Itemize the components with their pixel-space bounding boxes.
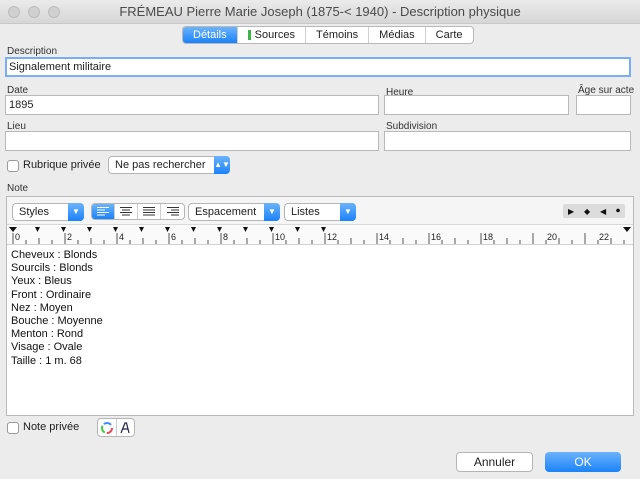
note-privee-checkbox[interactable] [7, 422, 19, 434]
note-line: Front : Ordinaire [11, 288, 92, 301]
ruler-label: 22 [599, 232, 610, 242]
next-icon[interactable]: ▶ [568, 207, 574, 216]
ruler-label: 4 [119, 232, 125, 242]
ruler-label: 0 [15, 232, 21, 242]
tab-medias[interactable]: Médias [369, 27, 426, 43]
listes-select[interactable]: Listes ▼ [284, 203, 356, 221]
align-justify-icon [143, 207, 155, 216]
align-left-button[interactable] [92, 204, 115, 219]
subdivision-field[interactable] [384, 131, 631, 151]
color-wheel-icon [100, 421, 113, 434]
font-icon [120, 421, 130, 433]
note-line: Bouche : Moyenne [11, 315, 103, 328]
note-line: Visage : Ovale [11, 341, 83, 354]
alignment-group [91, 203, 185, 220]
editor-toolbar: Styles ▼ Espacement ▼ Listes ▼ ▶ ◆ ◀ ⏺ [7, 197, 633, 225]
title-bar: FRÉMEAU Pierre Marie Joseph (1875-< 1940… [0, 0, 640, 24]
rubrique-privee-checkbox[interactable] [7, 160, 19, 172]
listes-select-label: Listes [291, 206, 320, 218]
search-option-value: Ne pas rechercher [115, 159, 206, 171]
tab-temoins[interactable]: Témoins [306, 27, 370, 43]
note-line: Menton : Rond [11, 328, 84, 341]
heure-field[interactable] [384, 95, 569, 115]
ruler-label: 16 [431, 232, 442, 242]
ruler-label: 18 [483, 232, 494, 242]
note-text[interactable]: Cheveux : Blonds Sourcils : Blonds Yeux … [11, 249, 103, 368]
note-line: Cheveux : Blonds [11, 249, 98, 261]
espacement-select-label: Espacement [195, 206, 257, 218]
tab-bar: Détails Sources Témoins Médias Carte [182, 26, 474, 44]
chevron-updown-icon: ▲▼ [214, 156, 230, 174]
cancel-button[interactable]: Annuler [456, 452, 533, 472]
ok-button[interactable]: OK [545, 452, 621, 472]
styles-select[interactable]: Styles ▼ [12, 203, 84, 221]
ruler-label: 12 [327, 232, 338, 242]
note-line: Nez : Moyen [11, 301, 73, 314]
styles-select-label: Styles [19, 206, 49, 218]
note-line: Yeux : Bleus [11, 275, 72, 288]
align-center-icon [120, 207, 132, 216]
ruler-label: 20 [547, 232, 558, 242]
ruler[interactable]: 0 2 4 6 8 10 12 14 16 18 20 22 [7, 225, 633, 245]
ruler-label: 6 [171, 232, 177, 242]
ruler-label: 14 [379, 232, 390, 242]
font-button[interactable] [117, 419, 135, 436]
description-field[interactable]: Signalement militaire [5, 57, 631, 77]
ruler-label: 10 [275, 232, 286, 242]
search-option-select[interactable]: Ne pas rechercher ▲▼ [108, 156, 230, 174]
note-line: Taille : 1 m. 68 [11, 354, 82, 367]
note-label: Note [7, 183, 29, 194]
align-right-icon [166, 207, 179, 216]
align-right-button[interactable] [161, 204, 184, 219]
ruler-ticks [9, 227, 631, 244]
espacement-select[interactable]: Espacement ▼ [188, 203, 280, 221]
window-title: FRÉMEAU Pierre Marie Joseph (1875-< 1940… [119, 4, 521, 19]
ruler-label: 2 [67, 232, 73, 242]
tab-sources[interactable]: Sources [238, 27, 306, 43]
rubrique-privee-label: Rubrique privée [23, 159, 101, 171]
date-field[interactable]: 1895 [5, 95, 379, 115]
description-label: Description [7, 46, 58, 57]
age-field[interactable] [576, 95, 631, 115]
navigation-controls: ▶ ◆ ◀ ⏺ [563, 204, 625, 218]
color-wheel-button[interactable] [98, 419, 117, 436]
align-center-button[interactable] [115, 204, 138, 219]
tab-carte[interactable]: Carte [426, 27, 473, 43]
tab-sources-label: Sources [254, 29, 295, 41]
align-left-icon [97, 207, 109, 216]
lieu-field[interactable] [5, 131, 379, 151]
chevron-down-icon: ▼ [264, 203, 280, 221]
chevron-down-icon: ▼ [68, 203, 84, 221]
record-icon[interactable]: ⏺ [616, 206, 620, 216]
chevron-down-icon: ▼ [340, 203, 356, 221]
previous-icon[interactable]: ◀ [600, 207, 606, 216]
note-line: Sourcils : Blonds [11, 262, 93, 275]
note-privee-label: Note privée [23, 421, 80, 433]
tab-details[interactable]: Détails [183, 27, 238, 43]
align-justify-button[interactable] [138, 204, 161, 219]
format-controls [97, 418, 135, 437]
diamond-icon[interactable]: ◆ [584, 207, 590, 216]
sources-flag-icon [247, 30, 251, 40]
note-editor: Styles ▼ Espacement ▼ Listes ▼ ▶ ◆ ◀ ⏺ 0… [6, 196, 634, 416]
ruler-label: 8 [223, 232, 229, 242]
